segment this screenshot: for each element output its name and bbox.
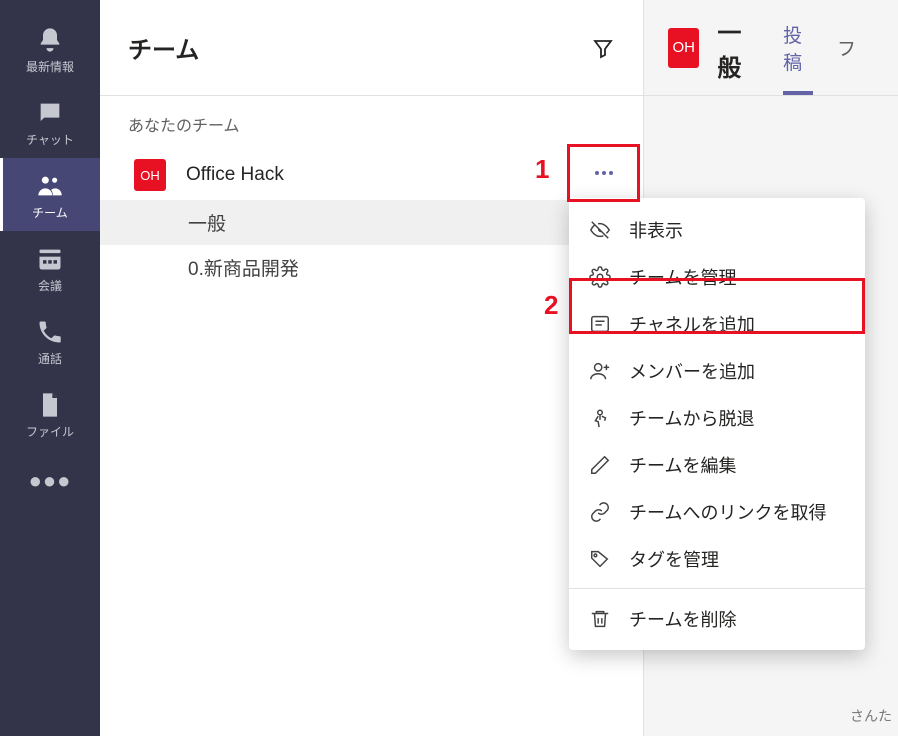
link-icon (589, 501, 611, 523)
menu-item-edit-team[interactable]: チームを編集 (569, 441, 865, 488)
list-header: チーム (100, 0, 643, 96)
channel-label: 0.新商品開発 (188, 254, 299, 281)
menu-label: タグを管理 (629, 546, 719, 572)
rail-label: チーム (32, 204, 68, 221)
rail-more-icon[interactable]: ●●● (29, 450, 72, 512)
rail-label: ファイル (26, 423, 74, 440)
team-avatar: OH (134, 159, 166, 191)
menu-item-add-channel[interactable]: チャネルを追加 (569, 300, 865, 347)
menu-label: メンバーを追加 (629, 358, 755, 384)
team-context-menu: 非表示 チームを管理 チャネルを追加 メンバーを追加 チームから脱退 チームを編… (569, 198, 865, 650)
channel-title: 一般 (717, 13, 755, 83)
menu-item-get-link[interactable]: チームへのリンクを取得 (569, 488, 865, 535)
channel-add-icon (589, 313, 611, 335)
rail-item-chat[interactable]: チャット (0, 85, 100, 158)
section-label: あなたのチーム (100, 96, 643, 150)
gear-icon (589, 266, 611, 288)
menu-label: チームを削除 (629, 606, 736, 632)
tag-icon (589, 548, 611, 570)
team-name: Office Hack (186, 164, 629, 186)
rail-label: 最新情報 (26, 58, 74, 75)
channel-label: 一般 (188, 209, 226, 236)
menu-label: チャネルを追加 (629, 311, 755, 337)
rail-item-teams[interactable]: チーム (0, 158, 100, 231)
menu-divider (569, 588, 865, 589)
menu-item-leave-team[interactable]: チームから脱退 (569, 394, 865, 441)
edit-icon (589, 454, 611, 476)
menu-item-manage-team[interactable]: チームを管理 (569, 253, 865, 300)
content-peek-text: さんた (850, 706, 892, 726)
hide-icon (589, 219, 611, 241)
teams-list-panel: チーム あなたのチーム OH Office Hack 一般 0.新商品開発 (100, 0, 644, 736)
rail-item-activity[interactable]: 最新情報 (0, 12, 100, 85)
rail-item-calls[interactable]: 通話 (0, 304, 100, 377)
rail-item-calendar[interactable]: 会議 (0, 231, 100, 304)
menu-item-add-member[interactable]: メンバーを追加 (569, 347, 865, 394)
calendar-icon (36, 245, 64, 273)
menu-label: チームを編集 (629, 452, 736, 478)
rail-label: チャット (26, 131, 74, 148)
team-row[interactable]: OH Office Hack (100, 150, 643, 200)
channel-row-general[interactable]: 一般 (100, 200, 643, 245)
menu-label: 非表示 (629, 217, 683, 243)
rail-label: 通話 (38, 350, 62, 367)
app-rail: 最新情報 チャット チーム 会議 通話 ファイル ●●● (0, 0, 100, 736)
teams-icon (36, 172, 64, 200)
chat-icon (36, 99, 64, 127)
menu-label: チームから脱退 (629, 405, 754, 431)
filter-icon[interactable] (591, 36, 615, 60)
menu-item-delete-team[interactable]: チームを削除 (569, 595, 865, 642)
phone-icon (36, 318, 64, 346)
channel-avatar: OH (668, 28, 699, 68)
channel-row-product[interactable]: 0.新商品開発 (100, 245, 643, 290)
menu-label: チームへのリンクを取得 (629, 499, 826, 525)
leave-icon (589, 407, 611, 429)
more-options-button[interactable] (567, 144, 640, 202)
person-add-icon (589, 360, 611, 382)
file-icon (36, 391, 64, 419)
content-header: OH 一般 投稿 フ (644, 0, 898, 96)
tab-files[interactable]: フ (831, 0, 862, 95)
tab-posts[interactable]: 投稿 (777, 0, 819, 95)
list-title: チーム (128, 30, 199, 65)
bell-icon (36, 26, 64, 54)
menu-item-manage-tags[interactable]: タグを管理 (569, 535, 865, 582)
menu-item-hide[interactable]: 非表示 (569, 206, 865, 253)
menu-label: チームを管理 (629, 264, 736, 290)
rail-label: 会議 (38, 277, 62, 294)
trash-icon (589, 608, 611, 630)
rail-item-files[interactable]: ファイル (0, 377, 100, 450)
